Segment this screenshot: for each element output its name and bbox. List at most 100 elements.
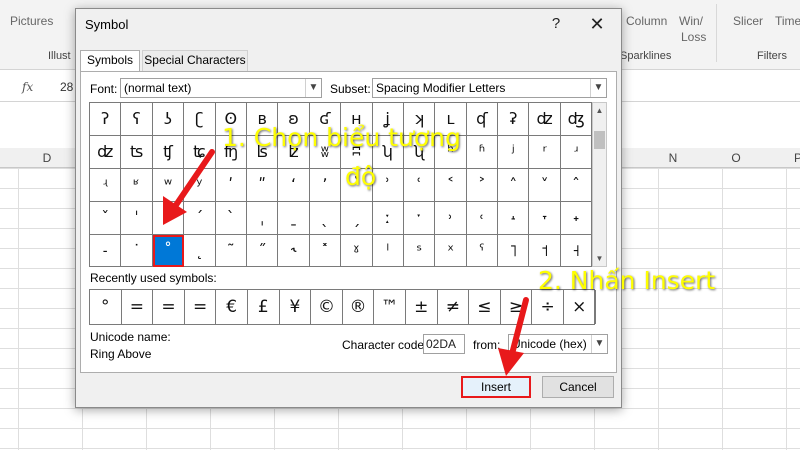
formula-value[interactable]: 28: [60, 80, 73, 94]
symbol-cell[interactable]: ʗ: [184, 103, 216, 136]
symbol-cell[interactable]: ʱ: [466, 135, 499, 169]
recent-symbol-cell[interactable]: ¥: [280, 290, 312, 324]
symbol-cell[interactable]: ˃: [466, 168, 499, 202]
ribbon-timeline[interactable]: Time: [775, 14, 800, 28]
symbol-cell[interactable]: ʠ: [466, 103, 499, 136]
symbol-cell[interactable]: ʹ: [215, 168, 247, 202]
symbol-cell[interactable]: ˋ: [215, 201, 247, 235]
symbol-grid-scrollbar[interactable]: ▲ ▼: [592, 102, 607, 267]
column-header-d[interactable]: D: [37, 151, 57, 165]
symbol-cell[interactable]: ˉ: [152, 201, 185, 235]
symbol-cell[interactable]: ʖ: [152, 103, 185, 136]
symbol-cell[interactable]: ʦ: [121, 135, 153, 169]
recent-symbol-cell[interactable]: ÷: [532, 290, 564, 324]
symbol-cell[interactable]: ʸ: [184, 168, 216, 202]
character-code-field[interactable]: 02DA: [423, 334, 465, 354]
recent-symbol-cell[interactable]: ≤: [469, 290, 501, 324]
symbol-cell[interactable]: ˥: [498, 234, 530, 268]
symbol-cell[interactable]: ˟: [309, 234, 342, 268]
question-icon[interactable]: ?: [546, 15, 566, 35]
symbol-cell[interactable]: ˍ: [278, 201, 310, 235]
symbol-cell[interactable]: ˡ: [372, 234, 404, 268]
symbol-cell[interactable]: ˛: [184, 234, 216, 268]
symbol-cell[interactable]: ʺ: [246, 168, 279, 202]
symbol-cell[interactable]: ʴ: [560, 135, 593, 169]
recent-symbol-cell[interactable]: ®: [343, 290, 375, 324]
fx-icon[interactable]: fx: [22, 80, 33, 94]
symbol-cell[interactable]: ˢ: [403, 234, 436, 268]
symbol-cell[interactable]: ˓: [466, 201, 499, 235]
symbol-cell[interactable]: ˠ: [341, 234, 373, 268]
recent-symbol-cell[interactable]: ×: [564, 290, 596, 324]
insert-button[interactable]: Insert: [461, 376, 531, 398]
recent-symbol-cell[interactable]: =: [153, 290, 185, 324]
chevron-down-icon[interactable]: ▼: [590, 79, 606, 97]
recent-symbol-cell[interactable]: ≥: [501, 290, 533, 324]
symbol-cell[interactable]: ˅: [529, 168, 561, 202]
symbol-cell[interactable]: ʨ: [184, 135, 216, 169]
symbol-cell[interactable]: ʡ: [498, 103, 530, 136]
column-header-n[interactable]: N: [663, 151, 683, 165]
symbol-cell[interactable]: ʼ: [309, 168, 342, 202]
symbol-cell[interactable]: ʿ: [403, 168, 436, 202]
recent-symbols-grid[interactable]: ° = = = € £ ¥ © ® ™ ± ≠ ≤ ≥ ÷ ×: [89, 289, 596, 325]
symbol-cell[interactable]: ʻ: [278, 168, 310, 202]
subset-select[interactable]: Spacing Modifier Letters ▼: [372, 78, 607, 98]
column-header-p[interactable]: P: [788, 151, 800, 165]
tab-special-characters[interactable]: Special Characters: [142, 50, 248, 71]
symbol-cell[interactable]: ʔ: [90, 103, 122, 136]
symbol-cell[interactable]: ˄: [498, 168, 530, 202]
column-header-o[interactable]: O: [726, 151, 746, 165]
font-select[interactable]: (normal text) ▼: [120, 78, 322, 98]
symbol-cell[interactable]: ˆ: [560, 168, 593, 202]
from-select[interactable]: Unicode (hex) ▼: [508, 334, 608, 354]
recent-symbol-cell[interactable]: =: [185, 290, 217, 324]
symbol-cell[interactable]: ˒: [435, 201, 467, 235]
ribbon-winloss-line1[interactable]: Win/: [679, 14, 703, 28]
ribbon-pictures[interactable]: Pictures: [10, 14, 53, 28]
symbol-cell[interactable]: ˝: [246, 234, 279, 268]
symbol-cell[interactable]: ʣ: [529, 103, 561, 136]
scroll-down-icon[interactable]: ▼: [593, 251, 606, 266]
symbol-cell[interactable]: ʵ: [90, 168, 122, 202]
recent-symbol-cell[interactable]: ™: [374, 290, 406, 324]
symbol-cell[interactable]: ˜: [215, 234, 247, 268]
symbol-cell[interactable]: ˦: [529, 234, 561, 268]
symbol-cell[interactable]: ʾ: [372, 168, 404, 202]
ribbon-slicer[interactable]: Slicer: [733, 14, 763, 28]
symbol-cell[interactable]: ʧ: [152, 135, 185, 169]
tab-symbols[interactable]: Symbols: [80, 50, 140, 72]
symbol-cell[interactable]: ˑ: [403, 201, 436, 235]
symbol-cell[interactable]: ˈ: [121, 201, 153, 235]
symbol-cell[interactable]: ʳ: [529, 135, 561, 169]
close-icon[interactable]: ✕: [584, 13, 610, 35]
symbol-cell[interactable]: ˣ: [435, 234, 467, 268]
symbol-cell[interactable]: ʶ: [121, 168, 153, 202]
symbol-cell[interactable]: ˔: [498, 201, 530, 235]
symbol-cell[interactable]: ʕ: [121, 103, 153, 136]
symbol-cell[interactable]: ʣ: [90, 135, 122, 169]
recent-symbol-cell[interactable]: =: [122, 290, 154, 324]
symbol-cell[interactable]: ˗: [90, 234, 122, 268]
symbol-cell[interactable]: ː: [372, 201, 404, 235]
symbol-cell[interactable]: ˚: [152, 234, 185, 268]
symbol-cell[interactable]: ˇ: [90, 201, 122, 235]
symbol-cell[interactable]: ˤ: [466, 234, 499, 268]
recent-symbol-cell[interactable]: ≠: [438, 290, 470, 324]
recent-symbol-cell[interactable]: ±: [406, 290, 438, 324]
scroll-up-icon[interactable]: ▲: [593, 103, 606, 118]
symbol-cell[interactable]: ˂: [435, 168, 467, 202]
symbol-cell[interactable]: ˌ: [246, 201, 279, 235]
recent-symbol-cell[interactable]: €: [216, 290, 248, 324]
chevron-down-icon[interactable]: ▼: [591, 335, 607, 353]
symbol-cell[interactable]: ʲ: [498, 135, 530, 169]
symbol-cell[interactable]: ˎ: [309, 201, 342, 235]
chevron-down-icon[interactable]: ▼: [305, 79, 321, 97]
recent-symbol-cell[interactable]: °: [90, 290, 122, 324]
recent-symbol-cell[interactable]: £: [248, 290, 280, 324]
recent-symbol-cell[interactable]: ©: [311, 290, 343, 324]
symbol-cell[interactable]: ˖: [560, 201, 593, 235]
symbol-cell[interactable]: ˕: [529, 201, 561, 235]
symbol-cell[interactable]: ʷ: [152, 168, 185, 202]
symbol-cell[interactable]: ˞: [278, 234, 310, 268]
